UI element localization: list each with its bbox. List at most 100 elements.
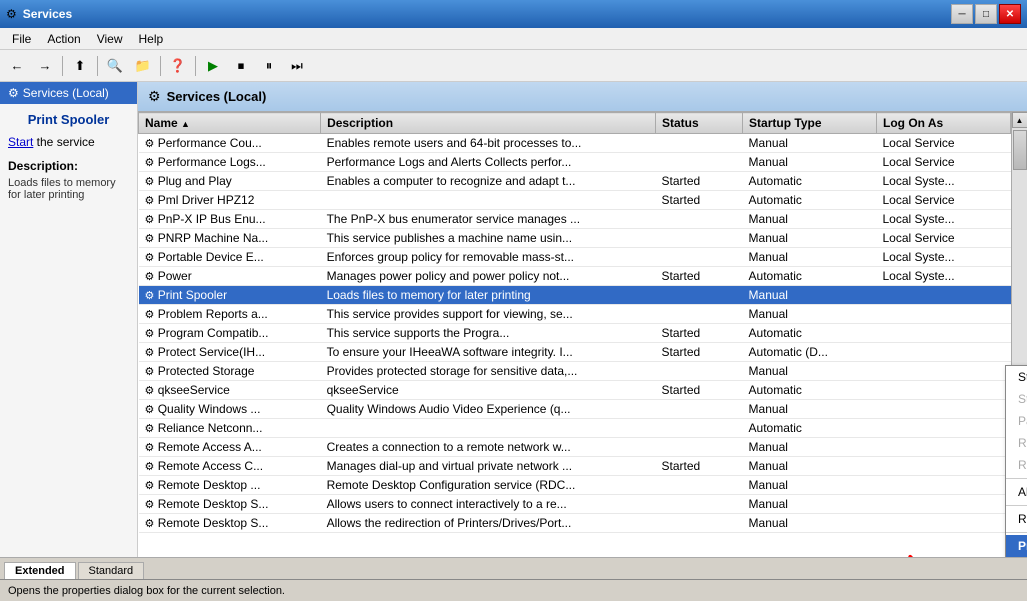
scroll-thumb[interactable]	[1013, 130, 1027, 170]
col-name[interactable]: Name ▲	[139, 113, 321, 134]
table-row[interactable]: ⚙ Power Manages power policy and power p…	[139, 267, 1011, 286]
context-menu-separator	[1006, 478, 1027, 479]
service-description: Performance Logs and Alerts Collects per…	[321, 153, 656, 172]
search-button[interactable]: 🔍	[102, 54, 128, 78]
service-name: ⚙ Remote Access C...	[139, 457, 321, 476]
table-row[interactable]: ⚙ Quality Windows ... Quality Windows Au…	[139, 400, 1011, 419]
table-row[interactable]: ⚙ Pml Driver HPZ12 Started Automatic Loc…	[139, 191, 1011, 210]
service-status: Started	[655, 381, 742, 400]
table-row[interactable]: ⚙ Remote Desktop ... Remote Desktop Conf…	[139, 476, 1011, 495]
col-description[interactable]: Description	[321, 113, 656, 134]
service-logon	[877, 495, 1011, 514]
table-row[interactable]: ⚙ Program Compatib... This service suppo…	[139, 324, 1011, 343]
start-service-link[interactable]: Start	[8, 135, 33, 149]
service-status	[655, 476, 742, 495]
tab-standard[interactable]: Standard	[78, 562, 145, 579]
menu-help[interactable]: Help	[131, 30, 172, 48]
table-row[interactable]: ⚙ Reliance Netconn... Automatic	[139, 419, 1011, 438]
menu-action[interactable]: Action	[39, 30, 88, 48]
col-logon[interactable]: Log On As	[877, 113, 1011, 134]
col-startup[interactable]: Startup Type	[743, 113, 877, 134]
service-description: Manages power policy and power policy no…	[321, 267, 656, 286]
minimize-button[interactable]: ─	[951, 4, 973, 24]
stop-service-button[interactable]: ⏹	[228, 54, 254, 78]
service-status	[655, 495, 742, 514]
sidebar-section: Print Spooler Start the service Descript…	[0, 104, 137, 209]
context-menu-separator	[1006, 532, 1027, 533]
up-button[interactable]: ⬆	[67, 54, 93, 78]
back-button[interactable]: ←	[4, 54, 30, 78]
service-startup: Manual	[743, 476, 877, 495]
folders-button[interactable]: 📁	[130, 54, 156, 78]
table-row[interactable]: ⚙ Remote Desktop S... Allows the redirec…	[139, 514, 1011, 533]
ctx-item-refresh[interactable]: Refresh	[1006, 508, 1027, 530]
service-name: ⚙ Performance Cou...	[139, 134, 321, 153]
forward-button[interactable]: →	[32, 54, 58, 78]
table-row[interactable]: ⚙ Remote Access C... Manages dial-up and…	[139, 457, 1011, 476]
separator-3	[160, 56, 161, 76]
service-logon: Local Service	[877, 153, 1011, 172]
service-description	[321, 191, 656, 210]
pause-service-button[interactable]: ⏸	[256, 54, 282, 78]
service-startup: Manual	[743, 438, 877, 457]
service-status	[655, 286, 742, 305]
sidebar-link-area: Start the service	[8, 135, 129, 149]
scroll-up-button[interactable]: ▲	[1012, 112, 1027, 128]
service-icon: ⚙	[145, 138, 155, 150]
service-startup: Automatic	[743, 267, 877, 286]
service-startup: Automatic	[743, 172, 877, 191]
service-name: ⚙ Power	[139, 267, 321, 286]
service-description: Allows users to connect interactively to…	[321, 495, 656, 514]
close-button[interactable]: ✕	[999, 4, 1021, 24]
services-table-container[interactable]: Name ▲ Description Status Startup Type L…	[138, 112, 1011, 557]
service-startup: Manual	[743, 400, 877, 419]
service-icon: ⚙	[145, 442, 155, 454]
table-row[interactable]: ⚙ Performance Cou... Enables remote user…	[139, 134, 1011, 153]
service-startup: Manual	[743, 248, 877, 267]
table-row[interactable]: ⚙ PNRP Machine Na... This service publis…	[139, 229, 1011, 248]
service-startup: Automatic (D...	[743, 343, 877, 362]
service-description: This service supports the Progra...	[321, 324, 656, 343]
table-row[interactable]: ⚙ Remote Desktop S... Allows users to co…	[139, 495, 1011, 514]
service-startup: Manual	[743, 495, 877, 514]
col-status[interactable]: Status	[655, 113, 742, 134]
service-name: ⚙ PNRP Machine Na...	[139, 229, 321, 248]
table-row[interactable]: ⚙ Print Spooler Loads files to memory fo…	[139, 286, 1011, 305]
resume-service-button[interactable]: ⏭	[284, 54, 310, 78]
ctx-item-properties[interactable]: Properties	[1006, 535, 1027, 557]
service-logon	[877, 305, 1011, 324]
service-status	[655, 229, 742, 248]
tab-extended[interactable]: Extended	[4, 562, 76, 579]
menu-view[interactable]: View	[89, 30, 131, 48]
table-row[interactable]: ⚙ Remote Access A... Creates a connectio…	[139, 438, 1011, 457]
menu-file[interactable]: File	[4, 30, 39, 48]
service-startup: Manual	[743, 229, 877, 248]
maximize-button[interactable]: □	[975, 4, 997, 24]
window-controls: ─ □ ✕	[951, 4, 1021, 24]
ctx-item-start[interactable]: Start	[1006, 366, 1027, 388]
ctx-item-pause: Pause	[1006, 410, 1027, 432]
sidebar-tree-label: Services (Local)	[23, 86, 109, 100]
service-logon: Local Syste...	[877, 267, 1011, 286]
service-logon	[877, 324, 1011, 343]
table-row[interactable]: ⚙ Problem Reports a... This service prov…	[139, 305, 1011, 324]
table-row[interactable]: ⚙ PnP-X IP Bus Enu... The PnP-X bus enum…	[139, 210, 1011, 229]
table-row[interactable]: ⚙ Portable Device E... Enforces group po…	[139, 248, 1011, 267]
table-row[interactable]: ⚙ Protected Storage Provides protected s…	[139, 362, 1011, 381]
start-service-button[interactable]: ▶	[200, 54, 226, 78]
table-row[interactable]: ⚙ Performance Logs... Performance Logs a…	[139, 153, 1011, 172]
service-description	[321, 419, 656, 438]
service-icon: ⚙	[145, 157, 155, 169]
table-row[interactable]: ⚙ qkseeService qkseeService Started Auto…	[139, 381, 1011, 400]
service-description: Creates a connection to a remote network…	[321, 438, 656, 457]
table-row[interactable]: ⚙ Plug and Play Enables a computer to re…	[139, 172, 1011, 191]
ctx-item-all-tasks[interactable]: All Tasks▶	[1006, 481, 1027, 503]
help-button[interactable]: ❓	[165, 54, 191, 78]
service-icon: ⚙	[145, 423, 155, 435]
services-table: Name ▲ Description Status Startup Type L…	[138, 112, 1011, 533]
service-name: ⚙ Program Compatib...	[139, 324, 321, 343]
status-text: Opens the properties dialog box for the …	[8, 585, 285, 597]
table-row[interactable]: ⚙ Protect Service(IH... To ensure your I…	[139, 343, 1011, 362]
sidebar-item-services[interactable]: ⚙ Services (Local)	[0, 82, 137, 104]
service-icon: ⚙	[145, 271, 155, 283]
